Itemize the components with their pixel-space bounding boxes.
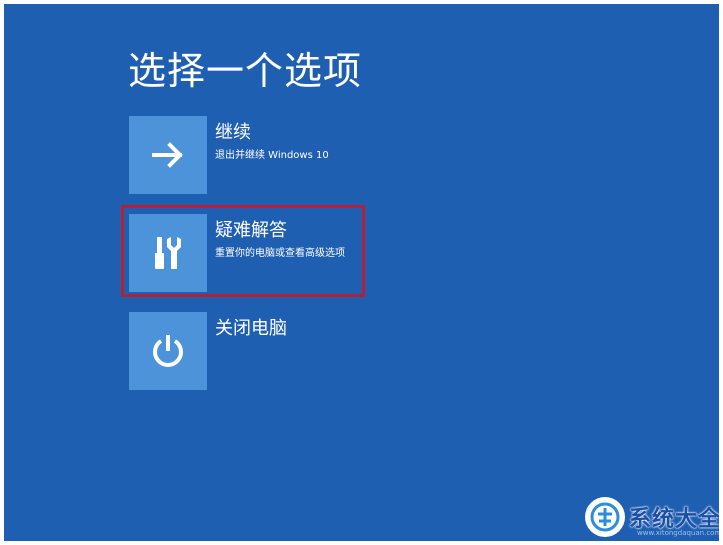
- watermark-url: www.xitongdaquan.com: [637, 529, 719, 537]
- power-icon: [153, 335, 183, 367]
- option-shutdown-title: 关闭电脑: [215, 318, 287, 339]
- highlight-box: [121, 205, 365, 297]
- option-continue-tile[interactable]: [129, 116, 207, 194]
- arrow-right-icon: [152, 142, 183, 168]
- option-continue-title: 继续: [215, 122, 251, 143]
- option-continue-subtitle: 退出并继续 Windows 10: [215, 150, 329, 161]
- page-title: 选择一个选项: [128, 49, 363, 93]
- option-shutdown[interactable]: 关闭电脑: [129, 312, 369, 392]
- watermark-logo-icon: [585, 497, 625, 537]
- option-shutdown-tile[interactable]: [129, 312, 207, 390]
- recovery-screen: 选择一个选项 继续 退出并继续 Windows 10 疑难解答 重置你的电脑或查…: [4, 4, 719, 541]
- option-continue[interactable]: 继续 退出并继续 Windows 10: [129, 116, 369, 196]
- watermark: 系统大全 www.xitongdaquan.com: [579, 495, 719, 541]
